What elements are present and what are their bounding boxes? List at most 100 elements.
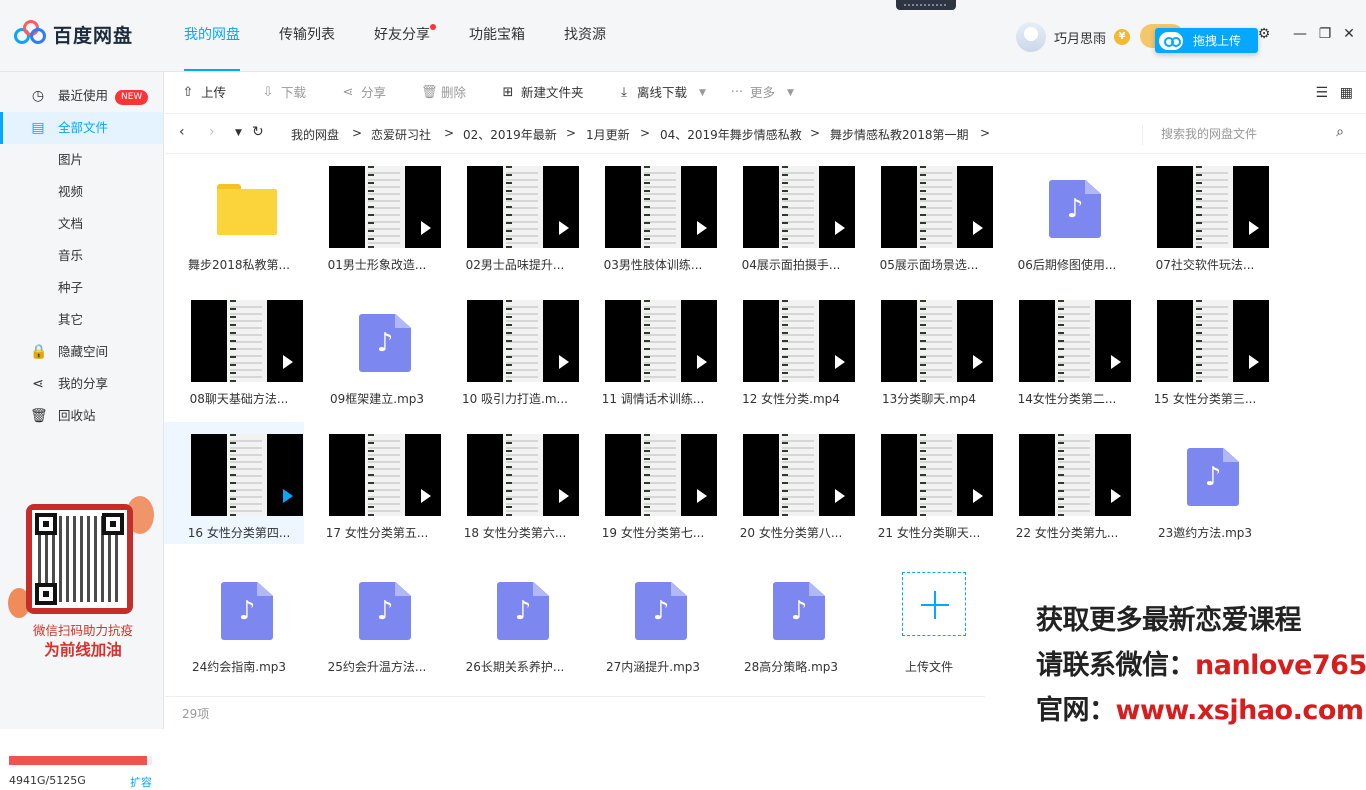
play-icon: [421, 489, 431, 503]
tab-2[interactable]: 好友分享: [374, 0, 436, 72]
file-name: 11 调情话术训练...: [601, 392, 705, 406]
file-item[interactable]: ♪ 09框架建立.mp3: [302, 288, 442, 410]
promo-banner[interactable]: 微信扫码助力抗疫 为前线加油: [8, 496, 158, 670]
file-item[interactable]: 22 女性分类第九...: [992, 422, 1132, 544]
breadcrumb: ‹ › ▼ ↻ 我的网盘 > 恋爱研习社 >02、2019年最新 >1月更新 >04、20…: [165, 114, 1366, 154]
sidebar-item-7[interactable]: 其它: [0, 304, 163, 336]
share-button[interactable]: ⋖ 分享: [341, 72, 386, 114]
sidebar-item-8[interactable]: 🔒 隐藏空间: [0, 336, 163, 368]
breadcrumb-item[interactable]: 我的网盘: [291, 126, 339, 143]
item-count: 29项: [182, 707, 210, 721]
delete-button[interactable]: 🗑 删除: [421, 72, 466, 114]
new-badge: NEW: [115, 90, 149, 105]
sidebar-item-2[interactable]: 图片: [0, 144, 163, 176]
file-name: 20 女性分类第八...: [739, 526, 843, 540]
user-name[interactable]: 巧月思雨: [1054, 28, 1106, 47]
search-icon[interactable]: ⌕: [1336, 124, 1344, 140]
file-item[interactable]: 18 女性分类第六...: [440, 422, 580, 544]
app-logo[interactable]: 百度网盘: [14, 20, 133, 48]
sidebar-item-6[interactable]: 种子: [0, 272, 163, 304]
tab-4[interactable]: 找资源: [564, 0, 606, 72]
refresh-icon[interactable]: ↻: [252, 124, 264, 140]
breadcrumb-item[interactable]: 02、2019年最新: [463, 126, 557, 143]
file-item[interactable]: 11 调情话术训练...: [578, 288, 718, 410]
more-button[interactable]: ··· 更多 ▼: [730, 72, 794, 114]
file-item[interactable]: 12 女性分类.mp4: [716, 288, 856, 410]
video-thumbnail: [467, 434, 579, 516]
upload-file-tile[interactable]: 上传文件: [854, 556, 994, 678]
file-item[interactable]: 15 女性分类第三...: [1130, 288, 1270, 410]
back-icon[interactable]: ‹: [179, 124, 185, 140]
file-item[interactable]: ♪ 28高分策略.mp3: [716, 556, 856, 678]
breadcrumb-item[interactable]: 舞步情感私教2018第一期: [830, 126, 969, 143]
file-item[interactable]: 04展示面拍摄手...: [716, 154, 856, 276]
breadcrumb-item[interactable]: 1月更新: [586, 126, 630, 143]
tab-3[interactable]: 功能宝箱: [469, 0, 525, 72]
file-item[interactable]: 舞步2018私教第...: [164, 154, 304, 276]
notification-dot: [430, 24, 436, 30]
file-item[interactable]: 10 吸引力打造.m...: [440, 288, 580, 410]
file-item[interactable]: 21 女性分类聊天...: [854, 422, 994, 544]
maximize-icon[interactable]: ❐: [1317, 26, 1333, 42]
new-folder-button[interactable]: ⊞ 新建文件夹: [501, 72, 584, 114]
drag-upload-button[interactable]: 拖拽上传: [1155, 28, 1258, 53]
view-grid-icon[interactable]: ▦: [1340, 85, 1353, 101]
sidebar-item-5[interactable]: 音乐: [0, 240, 163, 272]
offline-download-button[interactable]: ⤓ 离线下载 ▼: [617, 72, 706, 114]
settings-icon[interactable]: ⚙: [1256, 26, 1272, 42]
file-name: 02男士品味提升...: [465, 258, 565, 272]
user-profile[interactable]: 巧月思雨 ¥: [1016, 22, 1131, 52]
sidebar-item-9[interactable]: ⋖ 我的分享: [0, 368, 163, 400]
upload-button[interactable]: ⇧ 上传: [181, 72, 226, 114]
close-icon[interactable]: ✕: [1341, 26, 1357, 42]
file-item[interactable]: 13分类聊天.mp4: [854, 288, 994, 410]
file-item[interactable]: 08聊天基础方法...: [164, 288, 304, 410]
sort-icon[interactable]: ☰: [1315, 85, 1328, 101]
window-drag-handle[interactable]: [896, 0, 956, 10]
download-icon: ⇩: [262, 85, 274, 100]
expand-storage-link[interactable]: 扩容: [130, 774, 152, 790]
file-item[interactable]: ♪ 06后期修图使用...: [992, 154, 1132, 276]
minimize-icon[interactable]: —: [1292, 26, 1308, 42]
avatar[interactable]: [1016, 22, 1046, 52]
file-item[interactable]: 16 女性分类第四...: [164, 422, 304, 544]
file-item[interactable]: 02男士品味提升...: [440, 154, 580, 276]
file-item[interactable]: ♪ 27内涵提升.mp3: [578, 556, 718, 678]
sidebar-item-0[interactable]: ◷ 最近使用 NEW: [0, 80, 163, 112]
file-item[interactable]: ♪ 24约会指南.mp3: [164, 556, 304, 678]
music-file-icon: ♪: [1049, 180, 1101, 238]
sidebar-item-4[interactable]: 文档: [0, 208, 163, 240]
forward-icon[interactable]: ›: [209, 124, 215, 140]
tab-0[interactable]: 我的网盘: [184, 0, 240, 71]
history-dropdown-icon[interactable]: ▼: [235, 128, 242, 138]
search-input[interactable]: 搜索我的网盘文件: [1142, 125, 1354, 145]
watermark-line1: 获取更多最新恋爱课程: [1036, 605, 1302, 636]
play-icon: [1111, 355, 1121, 369]
file-item[interactable]: 03男性肢体训练...: [578, 154, 718, 276]
file-item[interactable]: ♪ 25约会升温方法...: [302, 556, 442, 678]
play-icon: [559, 221, 569, 235]
file-name: 09框架建立.mp3: [329, 392, 425, 406]
breadcrumb-item[interactable]: 04、2019年舞步情感私教: [660, 126, 802, 143]
breadcrumb-item[interactable]: 恋爱研习社: [371, 126, 431, 143]
sidebar-item-1[interactable]: ▤ 全部文件: [0, 112, 163, 144]
file-item[interactable]: 20 女性分类第八...: [716, 422, 856, 544]
file-item[interactable]: ♪ 23邀约方法.mp3: [1130, 422, 1270, 544]
coin-icon[interactable]: ¥: [1114, 29, 1131, 45]
file-name: 14女性分类第二...: [1017, 392, 1117, 406]
file-item[interactable]: 05展示面场景选...: [854, 154, 994, 276]
file-item[interactable]: 14女性分类第二...: [992, 288, 1132, 410]
file-item[interactable]: 01男士形象改造...: [302, 154, 442, 276]
file-item[interactable]: 07社交软件玩法...: [1130, 154, 1270, 276]
file-item[interactable]: ♪ 26长期关系养护...: [440, 556, 580, 678]
file-item[interactable]: 17 女性分类第五...: [302, 422, 442, 544]
plus-icon[interactable]: [902, 572, 966, 636]
tab-1[interactable]: 传输列表: [279, 0, 335, 72]
sidebar-item-3[interactable]: 视频: [0, 176, 163, 208]
sidebar-item-10[interactable]: 🗑 回收站: [0, 400, 163, 432]
sidebar-item-label: 隐藏空间: [58, 344, 109, 359]
download-button[interactable]: ⇩ 下载: [261, 72, 306, 114]
file-item[interactable]: 19 女性分类第七...: [578, 422, 718, 544]
play-icon: [421, 221, 431, 235]
storage-bar: [9, 756, 152, 765]
